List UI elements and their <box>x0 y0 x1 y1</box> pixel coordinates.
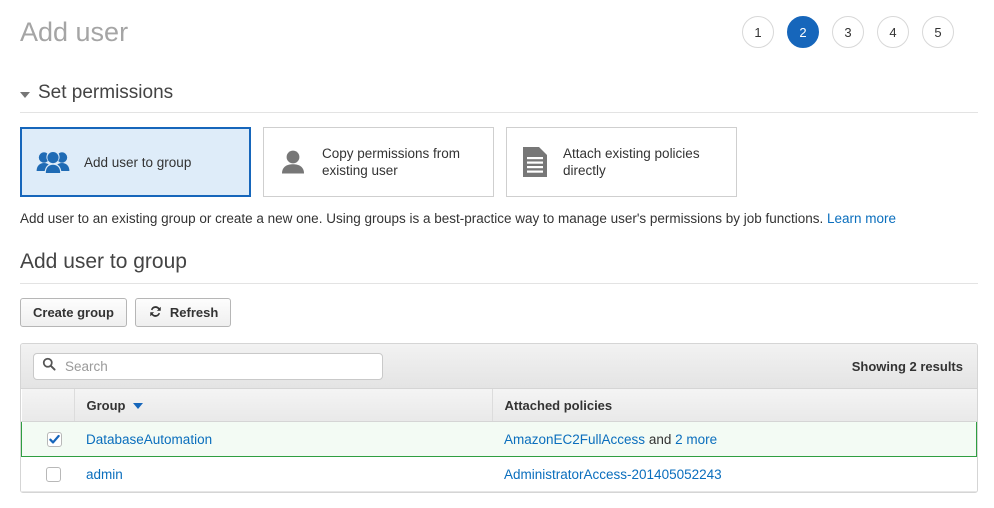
groups-table: Group Attached policies DatabaseAutomati… <box>21 389 977 492</box>
option-card-label: Add user to group <box>84 154 192 170</box>
results-count: Showing 2 results <box>851 358 963 374</box>
sort-descending-icon[interactable] <box>132 403 143 409</box>
user-icon <box>278 148 308 176</box>
option-card-attach-policies[interactable]: Attach existing policies directly <box>506 127 737 197</box>
groups-toolbar: Showing 2 results <box>21 344 977 389</box>
table-header-row: Group Attached policies <box>21 389 977 422</box>
step-5[interactable]: 5 <box>922 16 954 48</box>
policy-more-link[interactable]: 2 more <box>675 432 717 447</box>
row-checkbox-unchecked[interactable] <box>46 466 62 482</box>
table-row[interactable]: admin AdministratorAccess-201405052243 <box>21 456 977 492</box>
step-3[interactable]: 3 <box>832 16 864 48</box>
refresh-button[interactable]: Refresh <box>134 298 232 327</box>
column-header-attached-policies-label: Attached policies <box>504 397 613 413</box>
select-all-header <box>21 389 75 422</box>
column-header-group[interactable]: Group <box>74 389 493 422</box>
sub-section-divider <box>20 283 978 284</box>
table-row[interactable]: DatabaseAutomation AmazonEC2FullAccess a… <box>21 421 977 457</box>
search-icon <box>42 357 56 376</box>
row-checkbox-checked[interactable] <box>46 431 62 447</box>
step-indicator: 1 2 3 4 5 <box>742 16 954 48</box>
option-card-copy-permissions[interactable]: Copy permissions from existing user <box>263 127 494 197</box>
learn-more-link[interactable]: Learn more <box>827 211 896 226</box>
option-card-label: Copy permissions from existing user <box>322 146 461 178</box>
groups-panel: Showing 2 results Group Attached policie… <box>20 343 978 493</box>
row-group-cell: DatabaseAutomation <box>74 421 492 457</box>
group-name-link[interactable]: DatabaseAutomation <box>86 432 212 447</box>
row-checkbox-cell[interactable] <box>21 421 74 457</box>
document-icon <box>521 146 549 178</box>
column-header-group-label: Group <box>86 397 126 413</box>
create-group-button[interactable]: Create group <box>20 298 127 327</box>
section-divider <box>20 112 978 113</box>
groups-table-head: Group Attached policies <box>21 389 977 422</box>
permissions-description-text: Add user to an existing group or create … <box>20 211 824 226</box>
create-group-button-label: Create group <box>33 305 114 320</box>
step-1[interactable]: 1 <box>742 16 774 48</box>
column-header-attached-policies[interactable]: Attached policies <box>492 389 977 422</box>
policy-link[interactable]: AdministratorAccess-201405052243 <box>504 467 722 482</box>
search-input[interactable] <box>63 357 374 375</box>
step-2[interactable]: 2 <box>787 16 819 48</box>
row-group-cell: admin <box>74 456 492 492</box>
group-actions-toolbar: Create group Refresh <box>20 298 978 327</box>
page-title: Add user <box>20 17 129 47</box>
row-policies-cell: AmazonEC2FullAccess and 2 more <box>492 421 977 457</box>
refresh-icon <box>148 304 163 322</box>
permission-option-cards: Add user to group Copy permissions from … <box>20 127 978 197</box>
set-permissions-header[interactable]: Set permissions <box>20 82 978 104</box>
policy-conjunction: and <box>648 431 672 447</box>
add-user-to-group-title: Add user to group <box>20 250 187 273</box>
groups-table-body: DatabaseAutomation AmazonEC2FullAccess a… <box>21 421 977 492</box>
refresh-button-label: Refresh <box>169 305 219 320</box>
set-permissions-section: Set permissions Add user to group Copy p… <box>0 82 994 493</box>
row-policies-cell: AdministratorAccess-201405052243 <box>492 456 977 492</box>
policy-link[interactable]: AmazonEC2FullAccess <box>504 432 645 447</box>
collapse-caret-icon[interactable] <box>20 91 30 98</box>
group-name-link[interactable]: admin <box>86 467 123 482</box>
row-checkbox-cell[interactable] <box>21 456 74 492</box>
page-header: Add user 1 2 3 4 5 <box>0 0 994 52</box>
option-card-label: Attach existing policies directly <box>563 146 700 178</box>
option-card-add-user-to-group[interactable]: Add user to group <box>20 127 251 197</box>
set-permissions-title: Set permissions <box>38 82 174 103</box>
permissions-description: Add user to an existing group or create … <box>20 210 978 228</box>
search-box[interactable] <box>33 352 383 380</box>
step-4[interactable]: 4 <box>877 16 909 48</box>
users-group-icon <box>36 149 70 175</box>
